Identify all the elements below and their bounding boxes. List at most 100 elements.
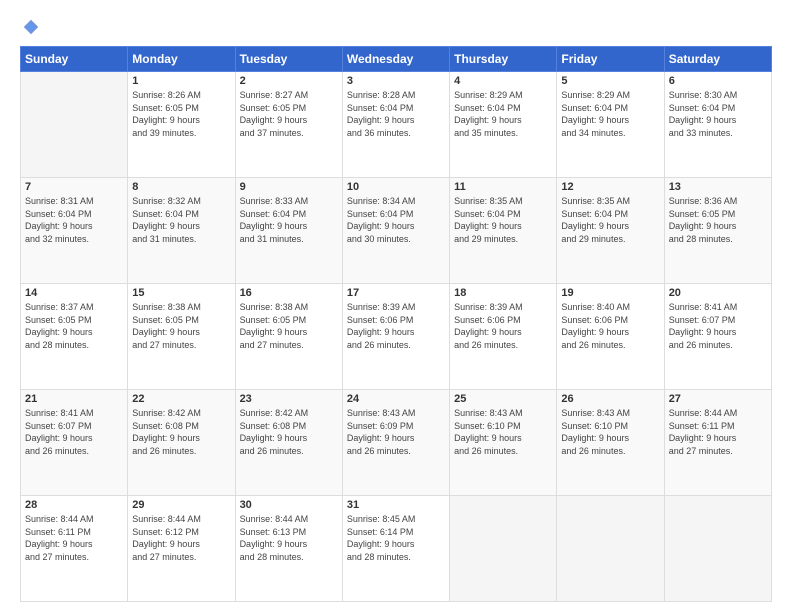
day-info: Sunrise: 8:38 AM Sunset: 6:05 PM Dayligh… xyxy=(240,301,338,351)
calendar-cell: 10 Sunrise: 8:34 AM Sunset: 6:04 PM Dayli… xyxy=(342,178,449,284)
day-info: Sunrise: 8:44 AM Sunset: 6:12 PM Dayligh… xyxy=(132,513,230,563)
day-info: Sunrise: 8:43 AM Sunset: 6:09 PM Dayligh… xyxy=(347,407,445,457)
day-info: Sunrise: 8:34 AM Sunset: 6:04 PM Dayligh… xyxy=(347,195,445,245)
calendar-cell: 20 Sunrise: 8:41 AM Sunset: 6:07 PM Dayli… xyxy=(664,284,771,390)
day-number: 30 xyxy=(240,499,338,511)
day-number: 25 xyxy=(454,393,552,405)
day-number: 23 xyxy=(240,393,338,405)
calendar-header-wednesday: Wednesday xyxy=(342,47,449,72)
calendar-cell: 14 Sunrise: 8:37 AM Sunset: 6:05 PM Dayli… xyxy=(21,284,128,390)
day-number: 28 xyxy=(25,499,123,511)
calendar-cell: 2Sunrise: 8:27 AM Sunset: 6:05 PM Daylig… xyxy=(235,72,342,178)
day-number: 21 xyxy=(25,393,123,405)
day-number: 7 xyxy=(25,181,123,193)
calendar-cell: 16 Sunrise: 8:38 AM Sunset: 6:05 PM Dayli… xyxy=(235,284,342,390)
calendar-cell: 5 Sunrise: 8:29 AM Sunset: 6:04 PM Daylig… xyxy=(557,72,664,178)
calendar: SundayMondayTuesdayWednesdayThursdayFrid… xyxy=(20,46,772,602)
calendar-week-row: 1 Sunrise: 8:26 AM Sunset: 6:05 PM Daylig… xyxy=(21,72,772,178)
day-info: Sunrise: 8:43 AM Sunset: 6:10 PM Dayligh… xyxy=(454,407,552,457)
calendar-cell: 3Sunrise: 8:28 AM Sunset: 6:04 PM Daylig… xyxy=(342,72,449,178)
day-info: Sunrise: 8:30 AM Sunset: 6:04 PM Dayligh… xyxy=(669,89,767,139)
day-number: 29 xyxy=(132,499,230,511)
page: SundayMondayTuesdayWednesdayThursdayFrid… xyxy=(0,0,792,612)
day-info: Sunrise: 8:35 AM Sunset: 6:04 PM Dayligh… xyxy=(454,195,552,245)
day-number: 4 xyxy=(454,75,552,87)
day-number: 24 xyxy=(347,393,445,405)
calendar-cell: 25 Sunrise: 8:43 AM Sunset: 6:10 PM Dayli… xyxy=(450,390,557,496)
calendar-cell: 24 Sunrise: 8:43 AM Sunset: 6:09 PM Dayli… xyxy=(342,390,449,496)
calendar-header-monday: Monday xyxy=(128,47,235,72)
calendar-cell: 28 Sunrise: 8:44 AM Sunset: 6:11 PM Dayli… xyxy=(21,496,128,602)
day-number: 20 xyxy=(669,287,767,299)
calendar-cell: 13 Sunrise: 8:36 AM Sunset: 6:05 PM Dayli… xyxy=(664,178,771,284)
day-number: 5 xyxy=(561,75,659,87)
calendar-cell: 29 Sunrise: 8:44 AM Sunset: 6:12 PM Dayli… xyxy=(128,496,235,602)
day-number: 13 xyxy=(669,181,767,193)
day-number: 1 xyxy=(132,75,230,87)
calendar-cell: 23 Sunrise: 8:42 AM Sunset: 6:08 PM Dayli… xyxy=(235,390,342,496)
calendar-cell: 31Sunrise: 8:45 AM Sunset: 6:14 PM Dayli… xyxy=(342,496,449,602)
day-info: Sunrise: 8:42 AM Sunset: 6:08 PM Dayligh… xyxy=(132,407,230,457)
day-number: 15 xyxy=(132,287,230,299)
calendar-header-saturday: Saturday xyxy=(664,47,771,72)
day-info: Sunrise: 8:32 AM Sunset: 6:04 PM Dayligh… xyxy=(132,195,230,245)
calendar-cell: 19 Sunrise: 8:40 AM Sunset: 6:06 PM Dayli… xyxy=(557,284,664,390)
day-info: Sunrise: 8:45 AM Sunset: 6:14 PM Dayligh… xyxy=(347,513,445,563)
day-number: 18 xyxy=(454,287,552,299)
calendar-header-sunday: Sunday xyxy=(21,47,128,72)
calendar-cell: 18 Sunrise: 8:39 AM Sunset: 6:06 PM Dayli… xyxy=(450,284,557,390)
day-info: Sunrise: 8:44 AM Sunset: 6:13 PM Dayligh… xyxy=(240,513,338,563)
calendar-cell xyxy=(450,496,557,602)
day-number: 6 xyxy=(669,75,767,87)
day-number: 14 xyxy=(25,287,123,299)
day-info: Sunrise: 8:42 AM Sunset: 6:08 PM Dayligh… xyxy=(240,407,338,457)
day-info: Sunrise: 8:37 AM Sunset: 6:05 PM Dayligh… xyxy=(25,301,123,351)
day-number: 11 xyxy=(454,181,552,193)
day-info: Sunrise: 8:39 AM Sunset: 6:06 PM Dayligh… xyxy=(347,301,445,351)
calendar-header-tuesday: Tuesday xyxy=(235,47,342,72)
day-info: Sunrise: 8:28 AM Sunset: 6:04 PM Dayligh… xyxy=(347,89,445,139)
calendar-cell: 6 Sunrise: 8:30 AM Sunset: 6:04 PM Daylig… xyxy=(664,72,771,178)
day-number: 8 xyxy=(132,181,230,193)
logo-text xyxy=(20,18,40,36)
day-info: Sunrise: 8:44 AM Sunset: 6:11 PM Dayligh… xyxy=(25,513,123,563)
day-info: Sunrise: 8:33 AM Sunset: 6:04 PM Dayligh… xyxy=(240,195,338,245)
logo xyxy=(20,18,40,36)
day-number: 9 xyxy=(240,181,338,193)
calendar-cell: 11 Sunrise: 8:35 AM Sunset: 6:04 PM Dayli… xyxy=(450,178,557,284)
calendar-cell xyxy=(664,496,771,602)
calendar-cell: 15Sunrise: 8:38 AM Sunset: 6:05 PM Dayli… xyxy=(128,284,235,390)
day-number: 17 xyxy=(347,287,445,299)
day-info: Sunrise: 8:29 AM Sunset: 6:04 PM Dayligh… xyxy=(561,89,659,139)
day-info: Sunrise: 8:41 AM Sunset: 6:07 PM Dayligh… xyxy=(669,301,767,351)
header xyxy=(20,18,772,36)
calendar-cell: 21Sunrise: 8:41 AM Sunset: 6:07 PM Dayli… xyxy=(21,390,128,496)
day-info: Sunrise: 8:36 AM Sunset: 6:05 PM Dayligh… xyxy=(669,195,767,245)
calendar-week-row: 7 Sunrise: 8:31 AM Sunset: 6:04 PM Daylig… xyxy=(21,178,772,284)
calendar-header-row: SundayMondayTuesdayWednesdayThursdayFrid… xyxy=(21,47,772,72)
day-number: 27 xyxy=(669,393,767,405)
calendar-cell: 30 Sunrise: 8:44 AM Sunset: 6:13 PM Dayli… xyxy=(235,496,342,602)
logo-icon xyxy=(22,18,40,36)
calendar-cell: 17 Sunrise: 8:39 AM Sunset: 6:06 PM Dayli… xyxy=(342,284,449,390)
calendar-cell xyxy=(557,496,664,602)
calendar-cell: 7 Sunrise: 8:31 AM Sunset: 6:04 PM Daylig… xyxy=(21,178,128,284)
calendar-week-row: 28 Sunrise: 8:44 AM Sunset: 6:11 PM Dayli… xyxy=(21,496,772,602)
day-number: 16 xyxy=(240,287,338,299)
day-info: Sunrise: 8:29 AM Sunset: 6:04 PM Dayligh… xyxy=(454,89,552,139)
day-info: Sunrise: 8:31 AM Sunset: 6:04 PM Dayligh… xyxy=(25,195,123,245)
day-info: Sunrise: 8:40 AM Sunset: 6:06 PM Dayligh… xyxy=(561,301,659,351)
day-number: 19 xyxy=(561,287,659,299)
calendar-cell: 26Sunrise: 8:43 AM Sunset: 6:10 PM Dayli… xyxy=(557,390,664,496)
day-number: 2 xyxy=(240,75,338,87)
day-info: Sunrise: 8:26 AM Sunset: 6:05 PM Dayligh… xyxy=(132,89,230,139)
calendar-week-row: 14 Sunrise: 8:37 AM Sunset: 6:05 PM Dayli… xyxy=(21,284,772,390)
day-number: 10 xyxy=(347,181,445,193)
calendar-header-thursday: Thursday xyxy=(450,47,557,72)
day-number: 26 xyxy=(561,393,659,405)
calendar-cell: 1 Sunrise: 8:26 AM Sunset: 6:05 PM Daylig… xyxy=(128,72,235,178)
calendar-cell: 22Sunrise: 8:42 AM Sunset: 6:08 PM Dayli… xyxy=(128,390,235,496)
calendar-cell: 12Sunrise: 8:35 AM Sunset: 6:04 PM Dayli… xyxy=(557,178,664,284)
day-info: Sunrise: 8:39 AM Sunset: 6:06 PM Dayligh… xyxy=(454,301,552,351)
day-info: Sunrise: 8:44 AM Sunset: 6:11 PM Dayligh… xyxy=(669,407,767,457)
